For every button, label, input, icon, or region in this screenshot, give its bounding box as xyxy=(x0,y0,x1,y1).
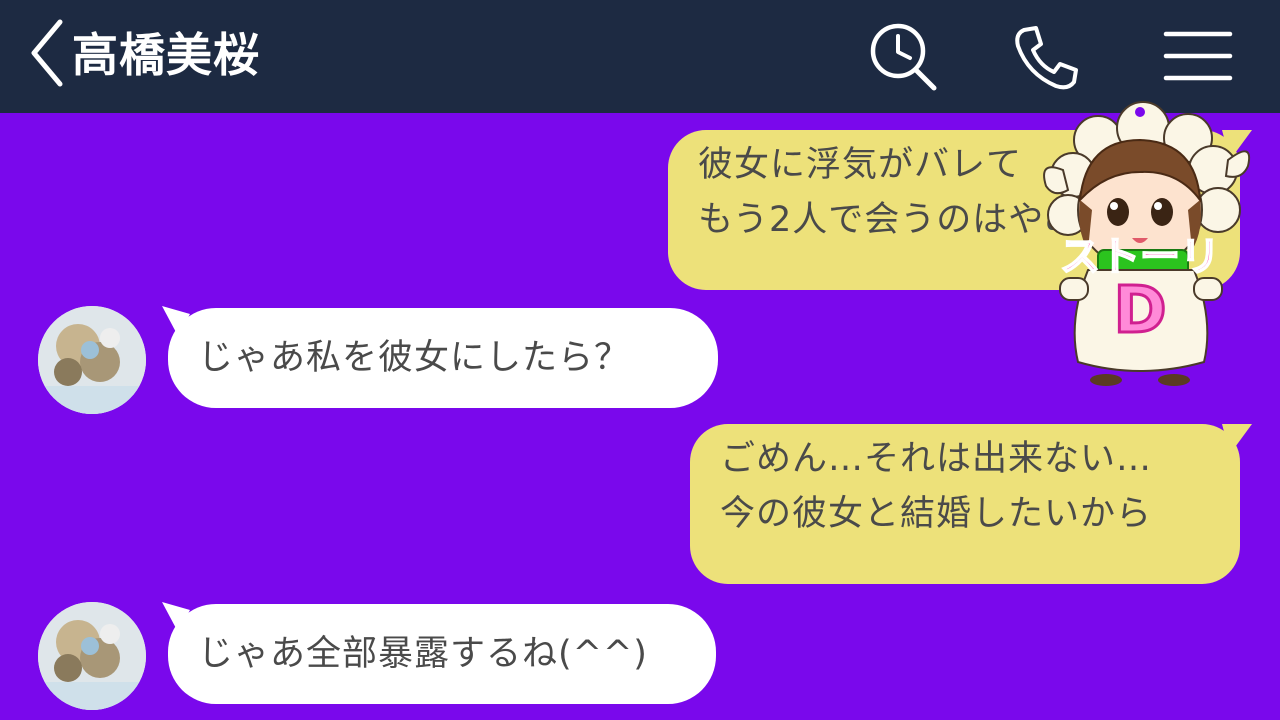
bubble-tail xyxy=(162,602,190,632)
avatar-image xyxy=(38,306,146,414)
chevron-left-icon[interactable] xyxy=(26,18,68,88)
mascot-watermark: ストーリ D xyxy=(1043,101,1250,386)
outgoing-message-bubble[interactable]: ごめん…それは出来ない… 今の彼女と結婚したいから xyxy=(690,424,1240,584)
bubble-tail xyxy=(162,306,190,336)
message-text-line: じゃあ私を彼女にしたら？ xyxy=(198,338,631,378)
search-history-icon[interactable] xyxy=(866,20,938,92)
phone-icon[interactable] xyxy=(1010,20,1082,92)
hamburger-menu-icon[interactable] xyxy=(1162,20,1234,92)
incoming-message-bubble[interactable]: じゃあ全部暴露するね(^^) xyxy=(168,604,716,704)
avatar-image xyxy=(38,602,146,710)
watermark-letter: D xyxy=(1113,274,1166,348)
message-text-line: ごめん…それは出来ない… xyxy=(720,439,1153,479)
bubble-tail xyxy=(1222,424,1252,454)
chat-title: 高橋美桜 xyxy=(72,28,260,82)
message-text-line: 今の彼女と結婚したいから xyxy=(720,494,1153,534)
avatar[interactable] xyxy=(38,306,146,414)
message-text-line: じゃあ全部暴露するね(^^) xyxy=(198,634,648,674)
avatar[interactable] xyxy=(38,602,146,710)
chat-header: 高橋美桜 xyxy=(0,0,1280,113)
incoming-message-bubble[interactable]: じゃあ私を彼女にしたら？ xyxy=(168,308,718,408)
